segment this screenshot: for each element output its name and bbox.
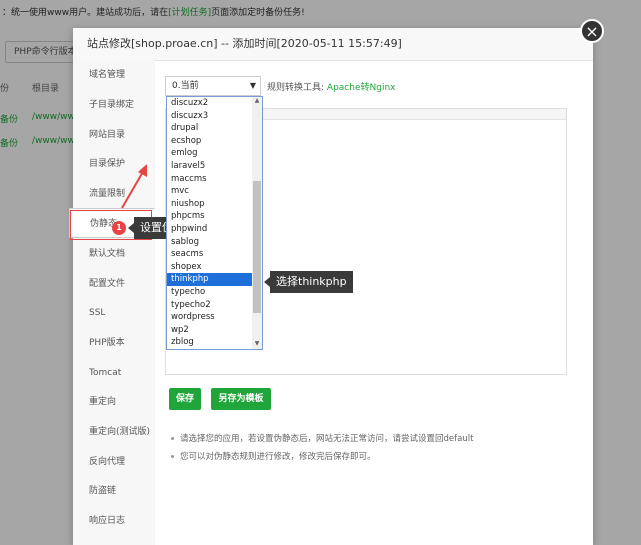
dropdown-option[interactable]: drupal xyxy=(167,122,262,135)
dropdown-option[interactable]: thinkphp xyxy=(167,273,262,286)
step2-callout: 选择thinkphp xyxy=(264,271,353,293)
dropdown-option[interactable]: mvc xyxy=(167,185,262,198)
dropdown-option[interactable]: phpwind xyxy=(167,223,262,236)
dropdown-option[interactable]: typecho xyxy=(167,286,262,299)
dropdown-option[interactable]: sablog xyxy=(167,236,262,249)
dropdown-option[interactable]: shopex xyxy=(167,261,262,274)
arrow-head xyxy=(138,164,147,177)
dropdown-option[interactable]: wordpress xyxy=(167,311,262,324)
dropdown-option[interactable]: ecshop xyxy=(167,135,262,148)
dropdown-option[interactable]: discuzx2 xyxy=(167,97,262,110)
dropdown-scrollbar[interactable]: ▲ ▼ xyxy=(252,97,262,349)
scrollbar-thumb[interactable] xyxy=(253,181,261,313)
dropdown-option[interactable]: phpcms xyxy=(167,210,262,223)
dropdown-option[interactable]: niushop xyxy=(167,198,262,211)
step1-badge: 1 xyxy=(112,221,126,235)
dropdown-option[interactable]: laravel5 xyxy=(167,160,262,173)
rewrite-template-dropdown[interactable]: discuzx2 discuzx3 drupal ecshop emlog laravel… xyxy=(166,96,263,350)
dropdown-option[interactable]: wp2 xyxy=(167,324,262,337)
dropdown-option[interactable]: typecho2 xyxy=(167,299,262,312)
dropdown-option[interactable]: seacms xyxy=(167,248,262,261)
dropdown-option[interactable]: zblog xyxy=(167,336,262,349)
scroll-down-icon[interactable]: ▼ xyxy=(252,340,262,349)
dropdown-option[interactable]: emlog xyxy=(167,147,262,160)
arrow-line xyxy=(121,169,145,209)
scroll-up-icon[interactable]: ▲ xyxy=(252,97,262,106)
dropdown-option[interactable]: maccms xyxy=(167,173,262,186)
dropdown-list: discuzx2 discuzx3 drupal ecshop emlog laravel… xyxy=(167,97,262,349)
dropdown-option[interactable]: discuzx3 xyxy=(167,110,262,123)
